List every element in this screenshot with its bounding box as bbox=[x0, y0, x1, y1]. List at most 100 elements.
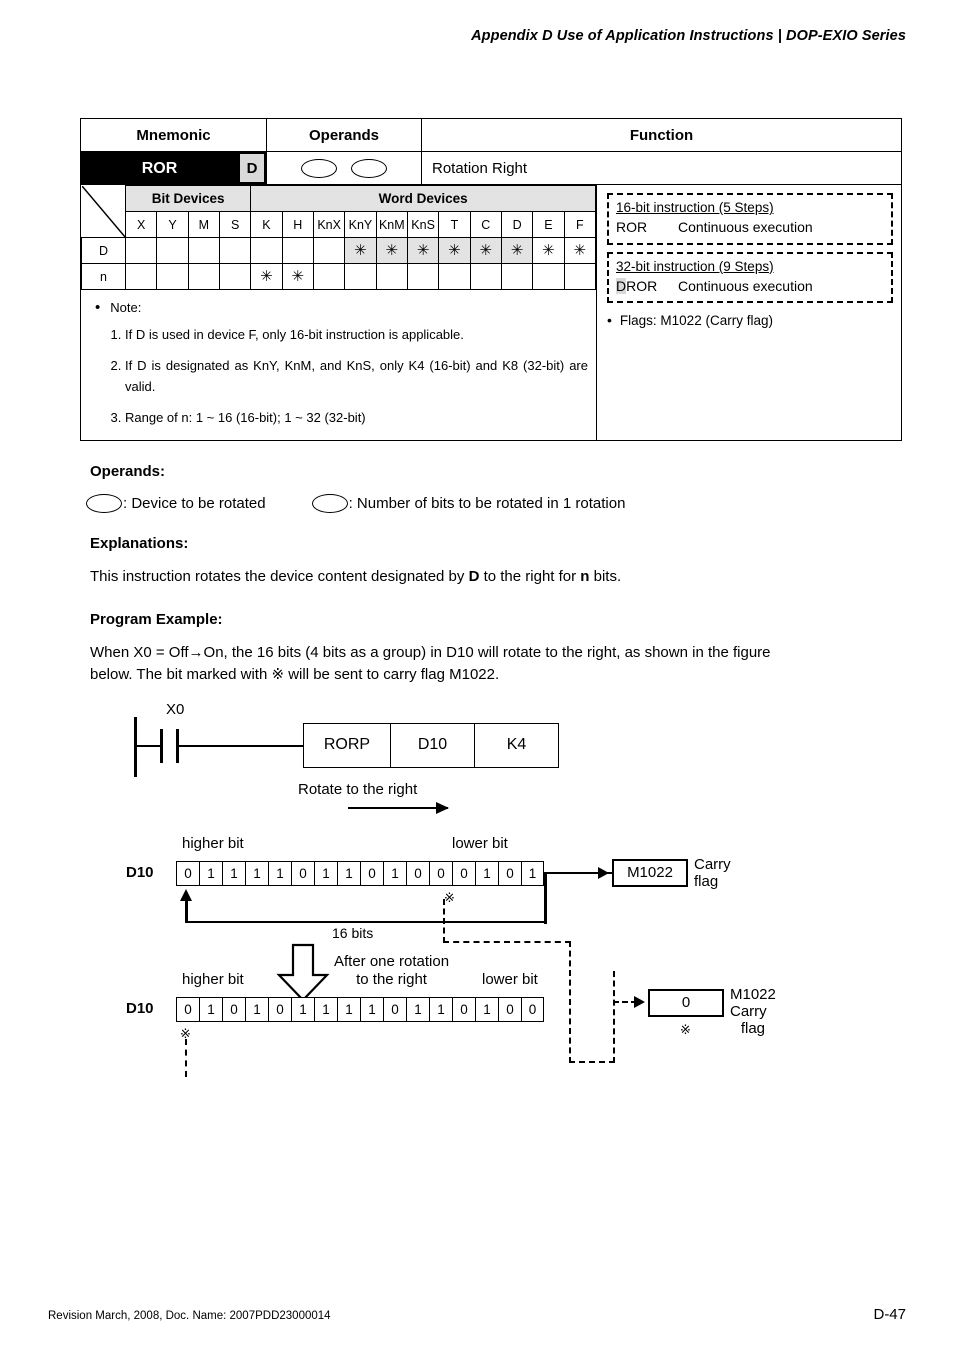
note-item: If D is designated as KnY, KnM, and KnS,… bbox=[125, 355, 588, 397]
operand-d-description: : Device to be rotated bbox=[123, 495, 266, 513]
device-group-header-row: Bit Devices Word Devices bbox=[81, 185, 596, 238]
device-col-kns: KnS bbox=[406, 211, 440, 238]
bit-row-label-bottom: D10 bbox=[126, 999, 154, 1017]
after-rotation-label: After one rotation to the right bbox=[334, 953, 449, 991]
bit-cell: 1 bbox=[199, 996, 222, 1022]
bit-cell: 1 bbox=[314, 996, 337, 1022]
notes-list: If D is used in device F, only 16-bit in… bbox=[95, 324, 588, 428]
operand-n-oval-icon bbox=[311, 494, 348, 514]
bit-cell: 0 bbox=[452, 860, 475, 886]
device-col-d: D bbox=[500, 211, 534, 238]
summary-header-operands: Operands bbox=[266, 118, 422, 152]
refmark-icon-top: ※ bbox=[444, 889, 455, 905]
footer-page-number: D-47 bbox=[873, 1306, 906, 1323]
device-col-f: F bbox=[563, 211, 597, 238]
page-content: Mnemonic Operands Function ROR D Rotatio… bbox=[80, 118, 902, 1083]
instruction-32bit-mnemonic-rest: ROR bbox=[626, 277, 658, 294]
mnemonic-label: ROR bbox=[141, 159, 178, 177]
bit-cell: 0 bbox=[268, 996, 291, 1022]
instruction-16bit-execution: Continuous execution bbox=[678, 219, 813, 236]
device-empty-cell bbox=[563, 263, 597, 290]
matrix-corner-cell bbox=[81, 185, 126, 238]
explanation-paragraph: This instruction rotates the device cont… bbox=[90, 566, 902, 589]
device-col-h: H bbox=[281, 211, 314, 238]
device-empty-cell bbox=[532, 263, 565, 290]
device-matrix-table: Bit Devices Word Devices X Y M S K H KnX… bbox=[81, 185, 597, 290]
device-empty-cell bbox=[124, 237, 158, 264]
diagonal-slash-icon bbox=[81, 185, 125, 237]
bit-cell: 1 bbox=[337, 996, 360, 1022]
operand-n-description: : Number of bits to be rotated in 1 rota… bbox=[348, 495, 626, 513]
carry-out-arrowhead-icon bbox=[598, 866, 609, 879]
carry-dashed-wire-5 bbox=[613, 970, 615, 1063]
explanation-text: This instruction rotates the device cont… bbox=[90, 568, 622, 586]
device-supported-mark: ✳ bbox=[281, 263, 314, 290]
device-availability-block: Bit Devices Word Devices X Y M S K H KnX… bbox=[80, 185, 902, 442]
bit-cell: 0 bbox=[406, 860, 429, 886]
operand-symbols-cell bbox=[266, 151, 422, 185]
feedback-arrowhead-icon bbox=[180, 888, 192, 901]
instruction-16bit-title: 16-bit instruction (5 Steps) bbox=[616, 200, 774, 215]
instruction-32bit-title: 32-bit instruction (9 Steps) bbox=[616, 258, 774, 274]
note-item: If D is used in device F, only 16-bit in… bbox=[125, 324, 588, 345]
device-col-s: S bbox=[218, 211, 252, 238]
device-supported-mark: ✳ bbox=[500, 237, 534, 264]
device-empty-cell bbox=[500, 263, 534, 290]
instruction-box-16bit: 16-bit instruction (5 Steps) ROR Continu… bbox=[607, 193, 893, 245]
bit-cell: 1 bbox=[291, 996, 314, 1022]
bit-row-label-top: D10 bbox=[126, 863, 154, 881]
bit-cell: 0 bbox=[222, 996, 245, 1022]
summary-header-function: Function bbox=[421, 118, 902, 152]
operand-d-oval-icon bbox=[86, 494, 122, 514]
instruction-32bit-execution-text: Continuous execution bbox=[678, 277, 813, 294]
mnemonic-d-flag: D bbox=[240, 154, 264, 182]
summary-header-row: Mnemonic Operands Function bbox=[80, 118, 902, 152]
bit-cell: 1 bbox=[245, 996, 268, 1022]
device-column-header-row: X Y M S K H KnX KnY KnM KnS T C D E F bbox=[82, 211, 597, 238]
carry-dashed-wire-2 bbox=[443, 940, 571, 943]
header-title: Appendix D Use of Application Instructio… bbox=[471, 28, 906, 44]
instruction-16bit-mnemonic: ROR bbox=[616, 219, 648, 236]
device-empty-cell bbox=[438, 263, 471, 290]
after-rotation-line-1: After one rotation bbox=[334, 952, 450, 970]
summary-data-row: ROR D Rotation Right bbox=[80, 151, 902, 185]
carry-bottom-line-2: Carry bbox=[730, 1002, 767, 1020]
bit-cell: 0 bbox=[498, 860, 521, 886]
carry-flag-label-top: Carry flag bbox=[694, 856, 731, 891]
device-supported-mark: ✳ bbox=[532, 237, 565, 264]
flags-text: Flags: M1022 (Carry flag) bbox=[619, 313, 773, 329]
carry-bottom-line-3: flag bbox=[740, 1020, 766, 1038]
device-col-e: E bbox=[532, 211, 565, 238]
device-empty-cell bbox=[156, 237, 189, 264]
carry-flag-box-top: M1022 bbox=[612, 858, 688, 887]
carry-bottom-line-1: M1022 bbox=[730, 985, 776, 1003]
bit-cell: 1 bbox=[406, 996, 429, 1022]
bit-width-label: 16 bits bbox=[332, 924, 374, 941]
ladder-box-instruction: RORP bbox=[303, 722, 391, 768]
device-col-m: M bbox=[187, 211, 220, 238]
bullet-icon: • bbox=[95, 299, 101, 316]
bit-cell: 1 bbox=[337, 860, 360, 886]
bit-cell: 0 bbox=[360, 860, 383, 886]
rotation-figure: X0 RORP D10 K4 Rotate to the right highe… bbox=[80, 701, 902, 1083]
bit-cell: 0 bbox=[498, 996, 521, 1022]
device-supported-mark: ✳ bbox=[250, 263, 283, 290]
device-matrix-body: D ✳ ✳ ✳ ✳ ✳ ✳ ✳ ✳ n ✳ ✳ bbox=[81, 237, 597, 290]
operand-legend: : Device to be rotated : Number of bits … bbox=[86, 494, 902, 514]
ladder-instruction-boxes: RORP D10 K4 bbox=[303, 722, 559, 768]
device-empty-cell bbox=[312, 263, 346, 290]
ladder-box-operand-n: K4 bbox=[475, 722, 559, 768]
refmark-dashed-wire bbox=[185, 1038, 187, 1077]
device-empty-cell bbox=[344, 263, 377, 290]
bit-cell: 0 bbox=[291, 860, 314, 886]
group-header-bit-devices: Bit Devices bbox=[124, 185, 252, 212]
carry-dashed-wire-3 bbox=[569, 940, 571, 1063]
operand-n-oval-icon bbox=[351, 158, 387, 178]
device-empty-cell bbox=[250, 237, 283, 264]
device-supported-mark: ✳ bbox=[375, 237, 408, 264]
rotate-direction-label: Rotate to the right bbox=[298, 780, 418, 798]
bit-cell: 1 bbox=[199, 860, 222, 886]
program-example-line-2: below. The bit marked with ※ will be sen… bbox=[90, 666, 500, 684]
device-empty-cell bbox=[469, 263, 502, 290]
instruction-box-32bit: 32-bit instruction (9 Steps) DROR Contin… bbox=[607, 251, 893, 304]
